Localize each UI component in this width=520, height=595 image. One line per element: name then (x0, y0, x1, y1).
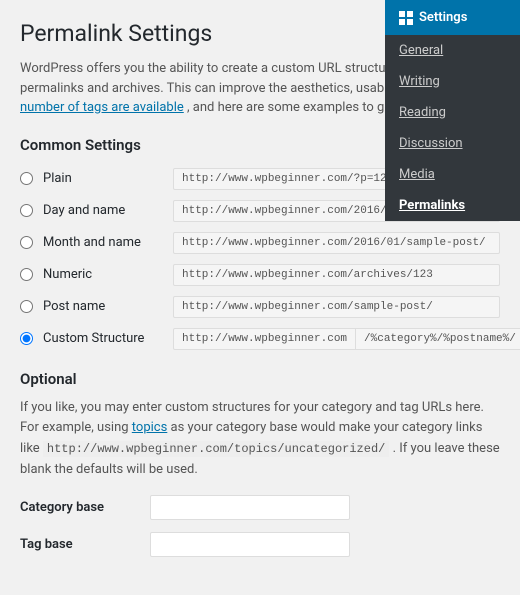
menu-item-reading[interactable]: Reading (385, 97, 520, 128)
settings-menu: Settings General Writing Reading Discuss… (385, 0, 520, 221)
url-numeric: http://www.wpbeginner.com/archives/123 (173, 264, 500, 286)
optional-section: Optional If you like, you may enter cust… (20, 370, 500, 557)
menu-item-general[interactable]: General (385, 35, 520, 66)
option-post-name: Post name http://www.wpbeginner.com/samp… (20, 296, 500, 318)
category-base-label: Category base (20, 500, 150, 515)
topics-link[interactable]: topics (132, 420, 168, 435)
optional-title: Optional (20, 370, 500, 388)
option-custom: Custom Structure http://www.wpbeginner.c… (20, 328, 500, 350)
radio-custom[interactable] (20, 332, 33, 345)
option-month-name: Month and name http://www.wpbeginner.com… (20, 232, 500, 254)
radio-month-name[interactable] (20, 236, 33, 249)
category-base-field: Category base (20, 495, 500, 520)
settings-menu-title: Settings (419, 10, 467, 25)
url-custom-structure: /%category%/%postname%/ (356, 328, 520, 350)
option-numeric: Numeric http://www.wpbeginner.com/archiv… (20, 264, 500, 286)
radio-numeric[interactable] (20, 268, 33, 281)
category-base-input[interactable] (150, 495, 350, 520)
tag-base-input[interactable] (150, 532, 350, 557)
url-post-name: http://www.wpbeginner.com/sample-post/ (173, 296, 500, 318)
menu-item-media[interactable]: Media (385, 159, 520, 190)
radio-plain[interactable] (20, 172, 33, 185)
grid-icon (399, 11, 413, 25)
menu-item-writing[interactable]: Writing (385, 66, 520, 97)
settings-menu-header: Settings (385, 0, 520, 35)
tag-base-field: Tag base (20, 532, 500, 557)
url-custom-combined: http://www.wpbeginner.com /%category%/%p… (173, 328, 520, 350)
menu-item-permalinks[interactable]: Permalinks (385, 190, 520, 221)
url-custom-base: http://www.wpbeginner.com (173, 328, 356, 350)
radio-day-name[interactable] (20, 204, 33, 217)
menu-item-discussion[interactable]: Discussion (385, 128, 520, 159)
label-day-name: Day and name (43, 203, 173, 218)
label-numeric: Numeric (43, 267, 173, 282)
url-month-name: http://www.wpbeginner.com/2016/01/sample… (173, 232, 500, 254)
label-custom: Custom Structure (43, 331, 173, 346)
label-month-name: Month and name (43, 235, 173, 250)
tag-base-label: Tag base (20, 537, 150, 552)
url-example: http://www.wpbeginner.com/topics/uncateg… (43, 441, 389, 457)
optional-description: If you like, you may enter custom struct… (20, 398, 500, 481)
tags-available-link[interactable]: number of tags are available (20, 100, 184, 115)
radio-post-name[interactable] (20, 300, 33, 313)
label-post-name: Post name (43, 299, 173, 314)
label-plain: Plain (43, 171, 173, 186)
